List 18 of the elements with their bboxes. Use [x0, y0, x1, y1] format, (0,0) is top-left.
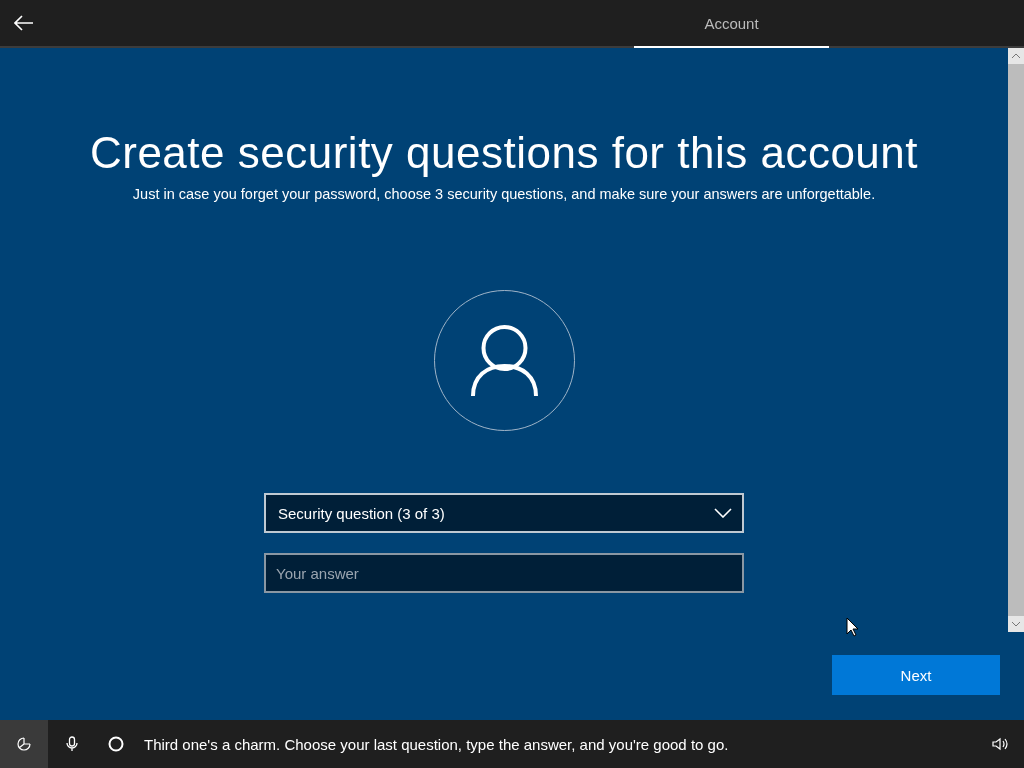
chevron-down-icon: [714, 508, 732, 518]
scroll-down-icon[interactable]: [1008, 616, 1024, 632]
back-arrow-icon: [14, 15, 34, 31]
user-avatar-icon: [433, 290, 575, 431]
tab[interactable]: Account: [634, 0, 829, 48]
answer-field[interactable]: Your answer: [264, 553, 744, 593]
circle-icon: [108, 736, 124, 752]
page-title: Create security questions for this account: [89, 128, 919, 178]
microphone-icon: [66, 736, 78, 752]
ease-of-access-icon: [16, 736, 32, 752]
security-question-dropdown[interactable]: Security question (3 of 3): [264, 493, 744, 533]
volume-icon: [992, 737, 1008, 751]
next-button[interactable]: Next: [832, 655, 1000, 695]
page-subtitle: Just in case you forget your password, choose 3 security questions, and make sure your answers are unforgettable.: [132, 186, 876, 202]
mouse-cursor-icon: [846, 617, 859, 637]
ease-of-access-button[interactable]: [0, 720, 48, 768]
scroll-up-icon[interactable]: [1008, 48, 1024, 64]
assistant-message: Third one's a charm. Choose your last question, type the answer, and you're good to go.: [144, 735, 730, 753]
